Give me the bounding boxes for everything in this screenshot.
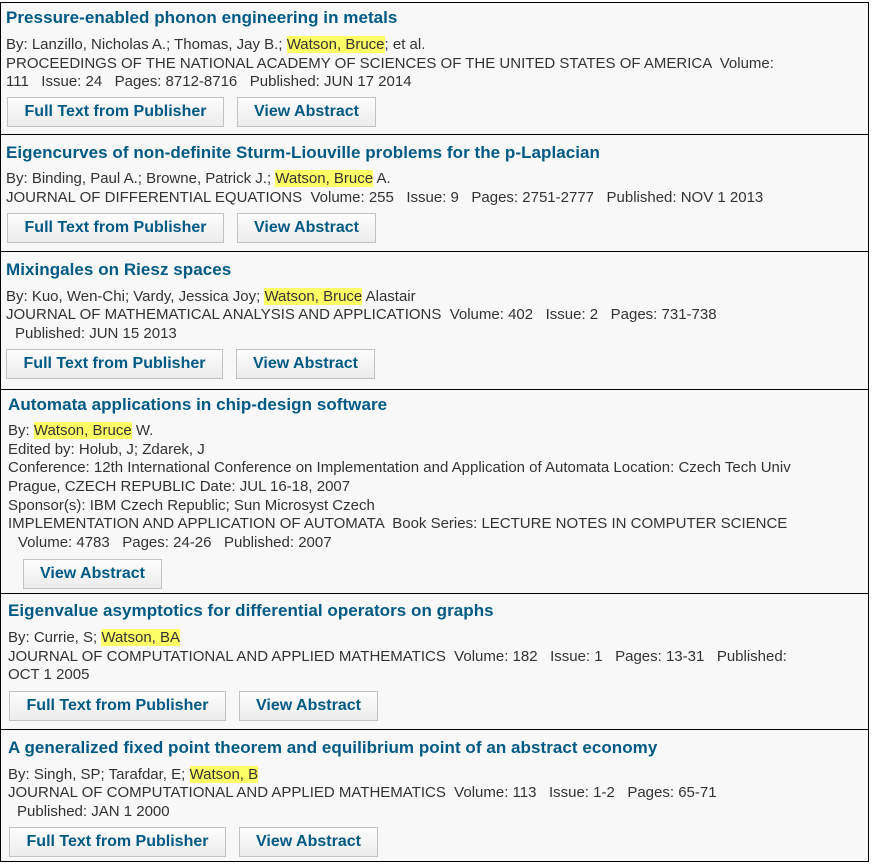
highlighted-author: Watson, Bruce xyxy=(264,288,363,305)
authors-suffix: W. xyxy=(131,422,154,439)
view-abstract-button[interactable]: View Abstract xyxy=(23,559,162,589)
authors-text: By: Kuo, Wen-Chi; Vardy, Jessica Joy; xyxy=(6,288,265,305)
authors-text: By: Singh, SP; Tarafdar, E; xyxy=(8,766,190,783)
authors-text: By: Currie, S; xyxy=(8,629,102,646)
editors-line: Edited by: Holub, J; Zdarek, J xyxy=(8,441,205,458)
record-item: Mixingales on Riesz spaces By: Kuo, Wen-… xyxy=(0,251,869,390)
record-title-link[interactable]: Mixingales on Riesz spaces xyxy=(6,260,231,280)
source-line: JOURNAL OF DIFFERENTIAL EQUATIONS Volume… xyxy=(6,189,764,206)
source-details-line: Published: JUN 15 2013 xyxy=(15,325,177,342)
record-title-link[interactable]: Pressure-enabled phonon engineering in m… xyxy=(6,8,397,28)
sponsors-line: Sponsor(s): IBM Czech Republic; Sun Micr… xyxy=(8,497,375,514)
source-details-line: 111 Issue: 24 Pages: 8712-8716 Published… xyxy=(6,73,412,90)
highlighted-author: Watson, BA xyxy=(101,629,180,646)
view-abstract-button[interactable]: View Abstract xyxy=(237,213,376,243)
source-line: JOURNAL OF COMPUTATIONAL AND APPLIED MAT… xyxy=(8,784,717,801)
view-abstract-button[interactable]: View Abstract xyxy=(237,97,376,127)
highlighted-author: Watson, Bruce xyxy=(33,422,132,439)
authors-line: By: Currie, S; Watson, BA xyxy=(8,629,180,646)
view-abstract-button[interactable]: View Abstract xyxy=(239,691,378,721)
record-item: Pressure-enabled phonon engineering in m… xyxy=(0,2,869,135)
highlighted-author: Watson, Bruce xyxy=(275,170,374,187)
authors-line: By: Singh, SP; Tarafdar, E; Watson, B xyxy=(8,766,259,783)
conference-location-line: Prague, CZECH REPUBLIC Date: JUL 16-18, … xyxy=(8,478,351,495)
record-title-link[interactable]: A generalized fixed point theorem and eq… xyxy=(8,738,657,758)
source-details-line: Published: JAN 1 2000 xyxy=(17,803,170,820)
authors-text: By: Binding, Paul A.; Browne, Patrick J.… xyxy=(6,170,276,187)
conference-line: Conference: 12th International Conferenc… xyxy=(8,459,791,476)
authors-line: By: Kuo, Wen-Chi; Vardy, Jessica Joy; Wa… xyxy=(6,288,416,305)
record-title-link[interactable]: Eigenvalue asymptotics for differential … xyxy=(8,601,494,621)
authors-suffix: ; et al. xyxy=(384,36,426,53)
source-line: IMPLEMENTATION AND APPLICATION OF AUTOMA… xyxy=(8,515,788,532)
record-item: Eigenvalue asymptotics for differential … xyxy=(0,593,869,730)
source-details-line: OCT 1 2005 xyxy=(8,666,90,683)
record-item: Automata applications in chip-design sof… xyxy=(0,389,869,594)
authors-text: By: Lanzillo, Nicholas A.; Thomas, Jay B… xyxy=(6,36,287,53)
highlighted-author: Watson, B xyxy=(189,766,259,783)
authors-text: By: xyxy=(8,422,34,439)
source-line: PROCEEDINGS OF THE NATIONAL ACADEMY OF S… xyxy=(6,55,774,72)
record-title-link[interactable]: Eigencurves of non-definite Sturm-Liouvi… xyxy=(6,143,600,163)
record-title-link[interactable]: Automata applications in chip-design sof… xyxy=(8,395,387,415)
record-item: A generalized fixed point theorem and eq… xyxy=(0,729,869,862)
authors-line: By: Binding, Paul A.; Browne, Patrick J.… xyxy=(6,170,391,187)
view-abstract-button[interactable]: View Abstract xyxy=(239,827,378,857)
full-text-button[interactable]: Full Text from Publisher xyxy=(7,97,224,127)
authors-suffix: Alastair xyxy=(362,288,416,305)
highlighted-author: Watson, Bruce xyxy=(286,36,385,53)
source-line: JOURNAL OF MATHEMATICAL ANALYSIS AND APP… xyxy=(6,306,717,323)
record-item: Eigencurves of non-definite Sturm-Liouvi… xyxy=(0,134,869,252)
authors-line: By: Lanzillo, Nicholas A.; Thomas, Jay B… xyxy=(6,36,425,53)
full-text-button[interactable]: Full Text from Publisher xyxy=(9,827,226,857)
view-abstract-button[interactable]: View Abstract xyxy=(236,349,375,379)
full-text-button[interactable]: Full Text from Publisher xyxy=(6,349,223,379)
full-text-button[interactable]: Full Text from Publisher xyxy=(7,213,224,243)
full-text-button[interactable]: Full Text from Publisher xyxy=(9,691,226,721)
source-details-line: Volume: 4783 Pages: 24-26 Published: 200… xyxy=(18,534,332,551)
source-line: JOURNAL OF COMPUTATIONAL AND APPLIED MAT… xyxy=(8,648,787,665)
authors-line: By: Watson, Bruce W. xyxy=(8,422,153,439)
authors-suffix: A. xyxy=(373,170,391,187)
